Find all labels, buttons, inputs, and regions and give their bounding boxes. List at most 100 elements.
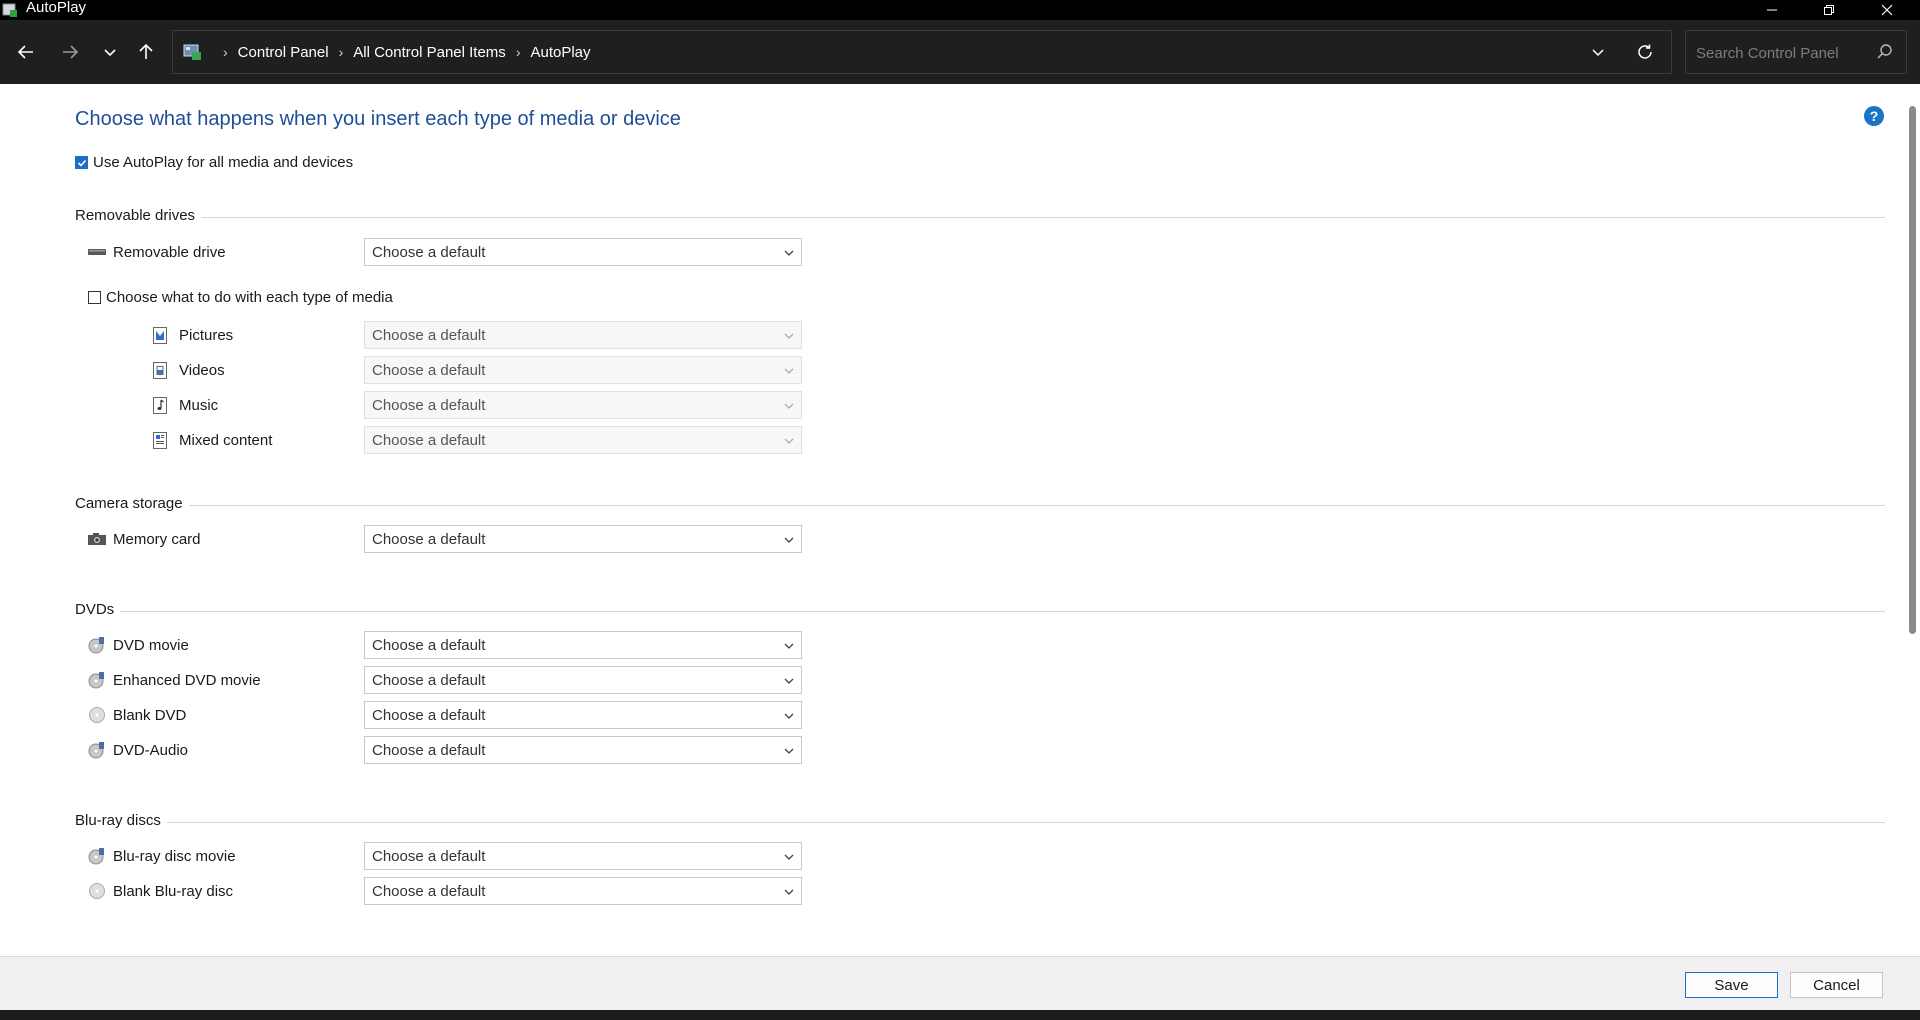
minimize-button[interactable]: [1749, 0, 1795, 20]
removable-drive-label: Removable drive: [113, 243, 226, 261]
select-value: Choose a default: [372, 361, 486, 379]
chevron-right-icon[interactable]: ›: [339, 44, 344, 60]
blank-dvd-row: Blank DVD: [88, 701, 186, 729]
section-divider: [201, 216, 1885, 218]
select-value: Choose a default: [372, 741, 486, 759]
blu-ray-movie-select[interactable]: Choose a default: [364, 842, 802, 870]
title-bar: AutoPlay: [0, 0, 1920, 20]
pictures-row: Pictures: [151, 321, 233, 349]
section-header-label: DVDs: [75, 600, 115, 618]
search-box[interactable]: [1685, 30, 1907, 74]
arrow-left-icon: [17, 45, 33, 59]
refresh-button[interactable]: [1634, 41, 1656, 63]
breadcrumb-control-panel[interactable]: Control Panel: [238, 44, 329, 61]
mixed-content-row: Mixed content: [151, 426, 272, 454]
address-bar[interactable]: › Control Panel › All Control Panel Item…: [172, 30, 1672, 74]
section-divider: [166, 821, 1885, 823]
blank-disc-icon: [88, 882, 106, 900]
section-camera-storage: Camera storage: [75, 493, 1885, 513]
mixed-content-select[interactable]: Choose a default: [364, 426, 802, 454]
enhanced-dvd-movie-select[interactable]: Choose a default: [364, 666, 802, 694]
recent-locations-button[interactable]: [95, 37, 125, 67]
media-type-row[interactable]: Choose what to do with each type of medi…: [88, 289, 393, 306]
chevron-down-icon: [784, 889, 794, 895]
chevron-down-icon: [784, 854, 794, 860]
memory-card-label: Memory card: [113, 530, 201, 548]
use-autoplay-checkbox[interactable]: [75, 156, 88, 169]
restore-button[interactable]: [1806, 0, 1852, 20]
videos-row: Videos: [151, 356, 225, 384]
up-button[interactable]: [131, 37, 161, 67]
blank-blu-ray-select[interactable]: Choose a default: [364, 877, 802, 905]
select-value: Choose a default: [372, 671, 486, 689]
select-value: Choose a default: [372, 882, 486, 900]
use-autoplay-row[interactable]: Use AutoPlay for all media and devices: [75, 154, 353, 171]
disc-movie-icon: [88, 671, 106, 689]
music-select[interactable]: Choose a default: [364, 391, 802, 419]
chevron-down-icon: [784, 713, 794, 719]
help-icon[interactable]: ?: [1864, 106, 1884, 126]
dvd-movie-select[interactable]: Choose a default: [364, 631, 802, 659]
search-input[interactable]: [1694, 41, 1868, 65]
chevron-down-icon: [784, 537, 794, 543]
chevron-down-icon: [784, 368, 794, 374]
checkmark-icon: [77, 159, 86, 167]
breadcrumb-autoplay[interactable]: AutoPlay: [530, 44, 590, 61]
scrollbar-thumb[interactable]: [1909, 106, 1916, 634]
use-autoplay-label[interactable]: Use AutoPlay for all media and devices: [93, 154, 353, 171]
breadcrumb-all-items[interactable]: All Control Panel Items: [353, 44, 506, 61]
enhanced-dvd-movie-row: Enhanced DVD movie: [88, 666, 261, 694]
search-icon[interactable]: [1876, 43, 1894, 61]
dvd-audio-select[interactable]: Choose a default: [364, 736, 802, 764]
dvd-movie-row: DVD movie: [88, 631, 189, 659]
cancel-button[interactable]: Cancel: [1790, 972, 1883, 998]
disc-movie-icon: [88, 847, 106, 865]
music-label: Music: [179, 396, 219, 414]
select-value: Choose a default: [372, 396, 486, 414]
minimize-icon: [1767, 9, 1777, 11]
removable-drive-select[interactable]: Choose a default: [364, 238, 802, 266]
blank-disc-icon: [88, 706, 106, 724]
page-title: Choose what happens when you insert each…: [75, 108, 681, 130]
section-header-label: Camera storage: [75, 494, 183, 512]
disc-audio-icon: [88, 741, 106, 759]
section-header-label: Blu-ray discs: [75, 811, 161, 829]
address-history-button[interactable]: [1588, 42, 1608, 62]
close-button[interactable]: [1864, 0, 1910, 20]
arrow-up-icon: [139, 43, 153, 59]
disc-movie-icon: [88, 636, 106, 654]
chevron-down-icon: [784, 678, 794, 684]
blu-ray-movie-label: Blu-ray disc movie: [113, 847, 236, 865]
navigation-bar: › Control Panel › All Control Panel Item…: [0, 20, 1920, 84]
blank-blu-ray-row: Blank Blu-ray disc: [88, 877, 233, 905]
save-button[interactable]: Save: [1685, 972, 1778, 998]
forward-button[interactable]: [55, 37, 85, 67]
vertical-scrollbar[interactable]: [1905, 84, 1920, 956]
dvd-audio-label: DVD-Audio: [113, 741, 189, 759]
section-dvds: DVDs: [75, 599, 1885, 619]
memory-card-select[interactable]: Choose a default: [364, 525, 802, 553]
removable-drive-icon: [88, 243, 106, 261]
videos-select[interactable]: Choose a default: [364, 356, 802, 384]
autoplay-app-icon: [2, 3, 17, 17]
mixed-content-icon: [151, 431, 169, 449]
back-button[interactable]: [11, 37, 41, 67]
music-icon: [151, 396, 169, 414]
breadcrumb: › Control Panel › All Control Panel Item…: [183, 31, 591, 73]
refresh-icon: [1638, 44, 1652, 59]
dvd-audio-row: DVD-Audio: [88, 736, 188, 764]
memory-card-row: Memory card: [88, 525, 201, 553]
control-panel-icon: [183, 44, 201, 60]
section-divider: [120, 610, 1885, 612]
blank-dvd-select[interactable]: Choose a default: [364, 701, 802, 729]
media-type-checkbox[interactable]: [88, 291, 101, 304]
select-value: Choose a default: [372, 326, 486, 344]
media-type-label[interactable]: Choose what to do with each type of medi…: [106, 289, 393, 306]
select-value: Choose a default: [372, 706, 486, 724]
camera-icon: [88, 530, 106, 548]
chevron-down-icon: [784, 250, 794, 256]
dialog-button-bar: Save Cancel: [0, 956, 1920, 1011]
pictures-select[interactable]: Choose a default: [364, 321, 802, 349]
dvd-movie-label: DVD movie: [113, 636, 189, 654]
chevron-right-icon[interactable]: ›: [516, 44, 521, 60]
